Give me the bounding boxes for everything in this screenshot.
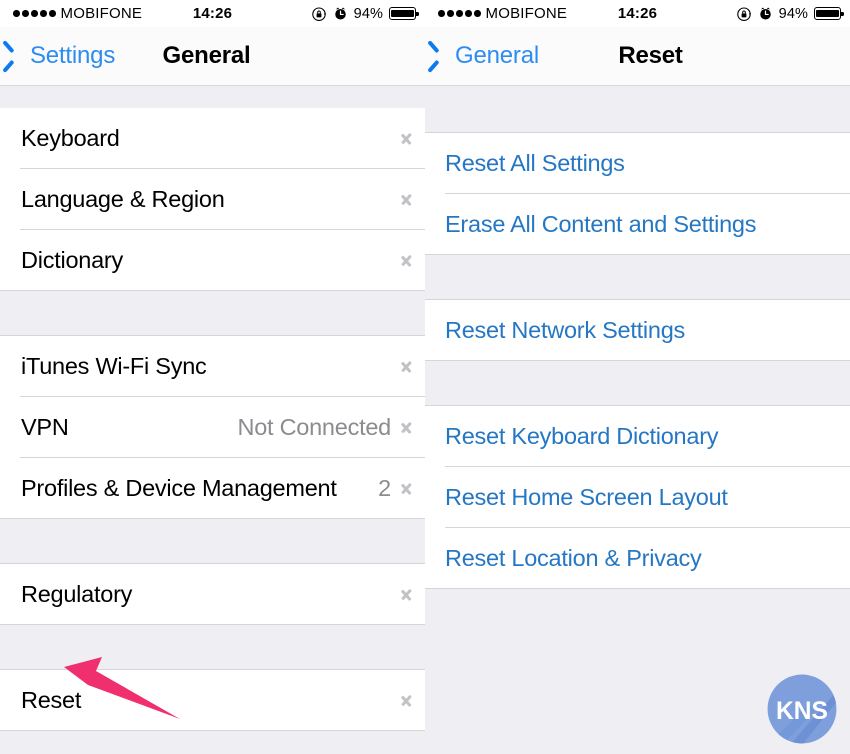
row-reset-all-settings[interactable]: Reset All Settings xyxy=(425,133,850,193)
battery-icon xyxy=(814,7,844,20)
chevron-right-icon xyxy=(401,479,412,498)
row-label: Reset Keyboard Dictionary xyxy=(445,422,719,449)
navigation-bar: General Reset xyxy=(425,27,850,86)
settings-group-1: Keyboard Language & Region Dictionary xyxy=(0,108,425,290)
right-screen-reset: MOBIFONE 14:26 94% General Reset Reset A… xyxy=(425,0,850,754)
row-erase-all-content-and-settings[interactable]: Erase All Content and Settings xyxy=(425,194,850,254)
row-reset-location-privacy[interactable]: Reset Location & Privacy xyxy=(425,528,850,588)
page-title: Reset xyxy=(618,42,683,69)
row-vpn[interactable]: VPN Not Connected xyxy=(0,397,425,457)
row-label: Reset xyxy=(21,686,82,713)
row-regulatory[interactable]: Regulatory xyxy=(0,564,425,624)
battery-icon xyxy=(389,7,419,20)
left-screen-general: MOBIFONE 14:26 94% Settings General Keyb… xyxy=(0,0,425,754)
list-top-gap xyxy=(0,86,425,108)
chevron-right-icon xyxy=(401,129,412,148)
row-dictionary[interactable]: Dictionary xyxy=(0,230,425,290)
row-reset[interactable]: Reset xyxy=(0,670,425,730)
chevron-right-icon xyxy=(401,418,412,437)
reset-group-1: Reset All Settings Erase All Content and… xyxy=(425,133,850,254)
carrier-name: MOBIFONE xyxy=(60,5,143,22)
row-language-region[interactable]: Language & Region xyxy=(0,169,425,229)
row-reset-keyboard-dictionary[interactable]: Reset Keyboard Dictionary xyxy=(425,406,850,466)
row-label: Reset Home Screen Layout xyxy=(445,483,728,510)
settings-group-2: iTunes Wi-Fi Sync VPN Not Connected Prof… xyxy=(0,336,425,518)
row-detail-value: 2 xyxy=(378,474,391,501)
chevron-right-icon xyxy=(401,357,412,376)
row-label: Dictionary xyxy=(21,246,123,273)
group-gap-2 xyxy=(425,360,850,406)
row-label: Keyboard xyxy=(21,124,120,151)
alarm-clock-icon xyxy=(759,7,771,20)
status-bar-right: 94% xyxy=(736,5,844,22)
signal-strength-icon xyxy=(13,10,56,17)
row-reset-home-screen-layout[interactable]: Reset Home Screen Layout xyxy=(425,467,850,527)
row-label: VPN xyxy=(21,413,69,440)
list-bottom-gap xyxy=(425,588,850,743)
battery-percentage: 94% xyxy=(353,5,383,22)
row-label: Profiles & Device Management xyxy=(21,474,337,501)
list-top-gap xyxy=(425,86,850,133)
settings-group-3: Regulatory xyxy=(0,564,425,624)
group-gap-1 xyxy=(425,254,850,300)
row-label: Reset Location & Privacy xyxy=(445,544,702,571)
group-gap-3 xyxy=(0,624,425,670)
signal-strength-icon xyxy=(438,10,481,17)
navigation-bar: Settings General xyxy=(0,27,425,86)
rotation-lock-icon xyxy=(311,6,326,21)
status-bar: MOBIFONE 14:26 94% xyxy=(425,0,850,27)
list-bottom-gap xyxy=(0,730,425,754)
row-label: iTunes Wi-Fi Sync xyxy=(21,352,207,379)
chevron-right-icon xyxy=(401,190,412,209)
group-gap-1 xyxy=(0,290,425,336)
row-label: Erase All Content and Settings xyxy=(445,210,757,237)
carrier-name: MOBIFONE xyxy=(485,5,568,22)
status-bar-right: 94% xyxy=(311,5,419,22)
row-reset-network-settings[interactable]: Reset Network Settings xyxy=(425,300,850,360)
dual-screenshot-container: MOBIFONE 14:26 94% Settings General Keyb… xyxy=(0,0,850,754)
battery-percentage: 94% xyxy=(778,5,808,22)
alarm-clock-icon xyxy=(334,7,346,20)
page-title: General xyxy=(162,42,251,69)
row-label: Reset All Settings xyxy=(445,149,625,176)
settings-group-4: Reset xyxy=(0,670,425,730)
row-label: Reset Network Settings xyxy=(445,316,686,343)
settings-list: Keyboard Language & Region Dictionary iT… xyxy=(0,86,425,754)
rotation-lock-icon xyxy=(736,6,751,21)
reset-group-3: Reset Keyboard Dictionary Reset Home Scr… xyxy=(425,406,850,588)
row-label: Regulatory xyxy=(21,580,133,607)
group-gap-2 xyxy=(0,518,425,564)
row-keyboard[interactable]: Keyboard xyxy=(0,108,425,168)
status-bar-left: MOBIFONE xyxy=(438,5,567,22)
row-detail-value: Not Connected xyxy=(237,413,391,440)
reset-options-list: Reset All Settings Erase All Content and… xyxy=(425,86,850,743)
chevron-right-icon xyxy=(401,251,412,270)
reset-group-2: Reset Network Settings xyxy=(425,300,850,360)
chevron-right-icon xyxy=(401,691,412,710)
row-label: Language & Region xyxy=(21,185,225,212)
status-bar-left: MOBIFONE xyxy=(13,5,142,22)
row-itunes-wifi-sync[interactable]: iTunes Wi-Fi Sync xyxy=(0,336,425,396)
status-bar: MOBIFONE 14:26 94% xyxy=(0,0,425,27)
chevron-right-icon xyxy=(401,585,412,604)
row-profiles-device-management[interactable]: Profiles & Device Management 2 xyxy=(0,458,425,518)
